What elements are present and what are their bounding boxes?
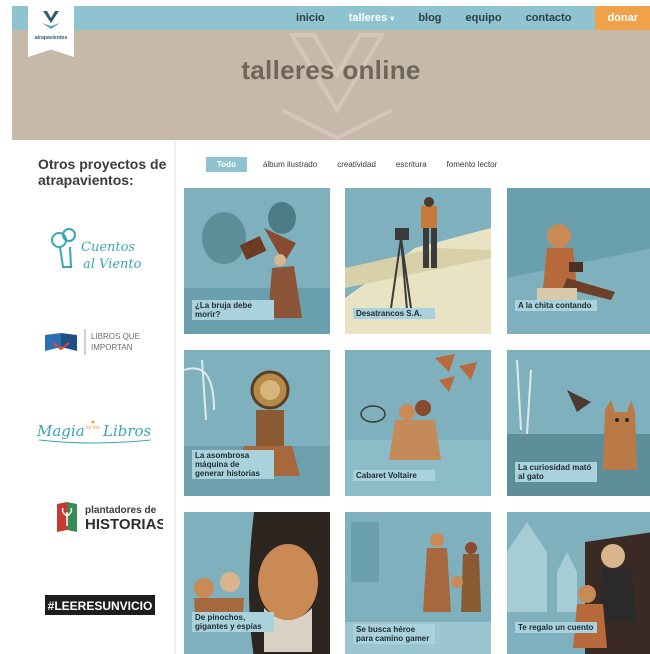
sidebar: Otros proyectos de atrapavientos: Cuento…: [12, 140, 174, 654]
magia-en-los-libros-logo: Magia en los Libros: [36, 420, 152, 444]
nav-talleres[interactable]: talleres ▾: [349, 12, 395, 24]
filter-album-ilustrado[interactable]: álbum ilustrado: [263, 160, 317, 169]
atrapavientos-logo[interactable]: atrapavientos: [28, 3, 74, 57]
project-magia-en-los-libros[interactable]: Magia en los Libros: [12, 412, 174, 446]
workshop-card[interactable]: Te regalo un cuento: [507, 512, 650, 654]
workshop-card[interactable]: La curiosidad mató al gato: [507, 350, 650, 496]
plantadores-de-historias-logo: plantadores de HISTORIAS: [57, 502, 166, 533]
workshop-title: La asombrosa máquina de generar historia…: [192, 450, 274, 479]
leeresunvicio-logo: #LEERESUNVICIO: [45, 595, 155, 615]
project-3-line2: Libros: [102, 422, 152, 440]
sidebar-divider: [174, 140, 176, 654]
project-4-line1: plantadores de: [85, 505, 157, 516]
sidebar-title: Otros proyectos de atrapavientos:: [38, 156, 167, 188]
workshop-card[interactable]: De pinochos, gigantes y espías: [184, 512, 330, 654]
filter-escritura[interactable]: escritura: [396, 160, 427, 169]
project-2-line2: IMPORTAN: [91, 343, 133, 352]
nav-contacto[interactable]: contacto: [526, 12, 572, 24]
girl-reading-illustration: [507, 188, 650, 334]
libros-que-importan-logo: LIBROS QUE IMPORTAN: [45, 329, 140, 355]
top-navigation-bar: inicio talleres ▾ blog equipo contacto do…: [12, 6, 650, 30]
workshop-card[interactable]: La asombrosa máquina de generar historia…: [184, 350, 330, 496]
project-1-line1: Cuentos: [81, 240, 135, 255]
workshop-title: ¿La bruja debe morir?: [192, 300, 274, 320]
workshop-card[interactable]: Se busca héroe para camino gamer: [345, 512, 491, 654]
project-2-line1: LIBROS QUE: [91, 332, 140, 341]
project-3-line1: Magia: [36, 422, 85, 440]
nav-blog[interactable]: blog: [418, 12, 441, 24]
project-libros-que-importan[interactable]: LIBROS QUE IMPORTAN: [12, 325, 174, 359]
nav-equipo[interactable]: equipo: [466, 12, 502, 24]
page-title: talleres online: [241, 55, 421, 85]
project-plantadores-de-historias[interactable]: plantadores de HISTORIAS: [12, 498, 174, 536]
brand-name: atrapavientos: [34, 35, 68, 41]
project-cuentos-al-viento[interactable]: Cuentos al Viento: [12, 225, 174, 277]
nav-inicio[interactable]: inicio: [296, 12, 325, 24]
project-1-line2: al Viento: [83, 257, 142, 272]
nav-talleres-label: talleres: [348, 12, 388, 24]
chevron-down-icon: ▾: [390, 14, 395, 23]
hero-banner: talleres online: [12, 30, 650, 140]
project-5-line1: #LEERESUNVICIO: [48, 599, 153, 613]
main-nav: inicio talleres ▾ blog equipo contacto do…: [296, 6, 650, 30]
workshop-title: De pinochos, gigantes y espías: [192, 612, 274, 632]
giant-illustration: [184, 512, 330, 654]
filter-todo[interactable]: Todo: [206, 156, 247, 172]
project-3-mid: en los: [86, 425, 100, 431]
kite-icon: [42, 11, 60, 29]
workshop-title: Cabaret Voltaire: [353, 470, 435, 481]
donate-button[interactable]: donar: [595, 6, 650, 30]
project-4-line2: HISTORIAS: [85, 516, 163, 533]
workshop-card[interactable]: ¿La bruja debe morir?: [184, 188, 330, 334]
filter-fomento-lector[interactable]: fomento lector: [447, 160, 498, 169]
workshop-card[interactable]: A la chita contando: [507, 188, 650, 334]
workshop-title: Te regalo un cuento: [515, 622, 597, 633]
workshop-title: Desatrancos S.A.: [353, 308, 435, 319]
category-filters: Todo álbum ilustrado creatividad escritu…: [206, 156, 517, 172]
cuentos-al-viento-logo: Cuentos al Viento: [51, 228, 142, 272]
workshop-card[interactable]: Cabaret Voltaire: [345, 350, 491, 496]
workshop-title: La curiosidad mató al gato: [515, 462, 597, 482]
workshop-title: Se busca héroe para camino gamer: [353, 624, 435, 644]
project-leeresunvicio[interactable]: #LEERESUNVICIO: [12, 592, 174, 618]
filter-creatividad[interactable]: creatividad: [337, 160, 376, 169]
page: atrapavientos inicio talleres ▾ blog equi…: [0, 0, 650, 654]
workshop-title: A la chita contando: [515, 300, 597, 311]
workshop-card[interactable]: Desatrancos S.A.: [345, 188, 491, 334]
